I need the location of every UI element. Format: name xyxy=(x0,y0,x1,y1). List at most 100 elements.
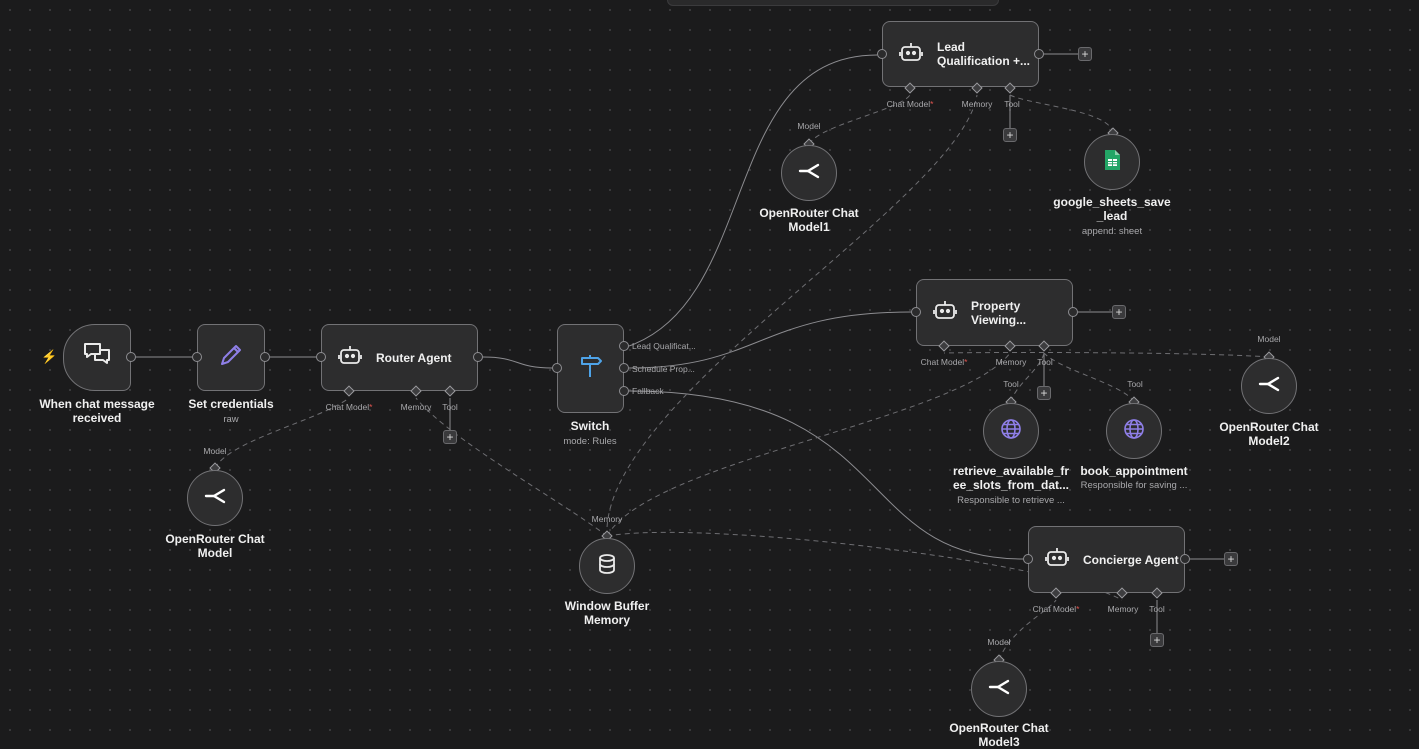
robot-icon xyxy=(1045,545,1069,574)
property-tool-label: Tool xyxy=(1037,357,1053,367)
openrouter3-port-label: Model xyxy=(987,637,1011,647)
wire-router-to-switch xyxy=(482,356,553,369)
openrouter-icon xyxy=(1258,373,1280,400)
router-tool-label: Tool xyxy=(442,402,458,412)
openrouter0-node[interactable] xyxy=(187,470,243,526)
openrouter2-node[interactable] xyxy=(1241,358,1297,414)
google-sheets-icon xyxy=(1103,149,1121,176)
openrouter-icon xyxy=(798,160,820,187)
trigger-node[interactable] xyxy=(63,324,131,391)
property-viewing-agent-node[interactable]: Property Viewing... xyxy=(916,279,1073,346)
wire-switch-schedule xyxy=(628,311,912,369)
router-agent-node[interactable]: Router Agent xyxy=(321,324,478,391)
set-credentials-node[interactable] xyxy=(197,324,265,391)
lead-agent-add-next-button[interactable]: + xyxy=(1078,47,1092,61)
dash-book-property xyxy=(1043,352,1135,403)
set-credentials-subtitle: raw xyxy=(223,414,239,425)
switch-output-lead-label: Lead Qualificat... xyxy=(632,341,696,351)
router-chat-model-label: Chat Model* xyxy=(325,402,373,412)
switch-node[interactable] xyxy=(557,324,624,413)
openrouter0-title: OpenRouter Chat Model xyxy=(165,532,265,560)
openrouter-icon xyxy=(204,485,226,512)
openrouter-icon xyxy=(988,676,1010,703)
switch-output-fallback-label: Fallback xyxy=(632,386,664,396)
switch-title: Switch xyxy=(570,419,610,433)
retrieve-tool-subtitle: Responsible to retrieve ... xyxy=(957,495,1065,506)
robot-icon xyxy=(933,298,957,327)
openrouter3-node[interactable] xyxy=(971,661,1027,717)
set-credentials-title: Set credentials xyxy=(188,397,274,411)
property-agent-output-port[interactable] xyxy=(1068,307,1078,317)
switch-subtitle: mode: Rules xyxy=(563,436,617,447)
concierge-agent-node[interactable]: Concierge Agent xyxy=(1028,526,1185,593)
robot-icon xyxy=(338,343,362,372)
canvas-toolbar xyxy=(667,0,999,6)
memory-title: Window Buffer Memory xyxy=(564,599,650,627)
openrouter1-port-label: Model xyxy=(797,121,821,131)
concierge-memory-label: Memory xyxy=(1107,604,1139,614)
set-credentials-input-port[interactable] xyxy=(192,352,202,362)
openrouter1-title: OpenRouter Chat Model1 xyxy=(759,206,859,234)
book-tool-subtitle: Responsible for saving ... xyxy=(1080,480,1188,491)
property-agent-add-next-button[interactable]: + xyxy=(1112,305,1126,319)
router-add-tool-button[interactable]: + xyxy=(443,430,457,444)
openrouter1-node[interactable] xyxy=(781,145,837,201)
trigger-output-port[interactable] xyxy=(126,352,136,362)
switch-output-schedule-port[interactable] xyxy=(619,363,629,373)
concierge-add-tool-button[interactable]: + xyxy=(1150,633,1164,647)
openrouter0-port-label: Model xyxy=(203,446,227,456)
chat-bubbles-icon xyxy=(82,340,112,375)
memory-port-label: Memory xyxy=(591,514,623,524)
switch-output-schedule-label: Schedule Prop... xyxy=(632,364,695,374)
router-agent-output-port[interactable] xyxy=(473,352,483,362)
dash-memory-property xyxy=(606,352,1011,537)
lead-tool-label: Tool xyxy=(1004,99,1020,109)
trigger-bolt-icon: ⚡ xyxy=(41,349,58,364)
property-chat-model-label: Chat Model* xyxy=(920,357,968,367)
lead-memory-label: Memory xyxy=(961,99,993,109)
concierge-agent-add-next-button[interactable]: + xyxy=(1224,552,1238,566)
concierge-tool-label: Tool xyxy=(1149,604,1165,614)
pencil-icon xyxy=(216,340,246,375)
switch-output-lead-port[interactable] xyxy=(619,341,629,351)
property-memory-label: Memory xyxy=(995,357,1027,367)
wire-switch-lead xyxy=(628,54,878,347)
window-buffer-memory-node[interactable] xyxy=(579,538,635,594)
google-sheets-title: google_sheets_save _lead xyxy=(1053,195,1171,223)
openrouter3-title: OpenRouter Chat Model3 xyxy=(949,721,1049,749)
lead-agent-title: Lead Qualification +... xyxy=(937,40,1031,68)
lead-qualification-agent-node[interactable]: Lead Qualification +... xyxy=(882,21,1039,87)
retrieve-tool-title: retrieve_available_fr ee_slots_from_dat..… xyxy=(952,464,1070,492)
google-sheets-node[interactable] xyxy=(1084,134,1140,190)
book-tool-port-label: Tool xyxy=(1127,379,1143,389)
retrieve-tool-port-label: Tool xyxy=(1003,379,1019,389)
concierge-agent-output-port[interactable] xyxy=(1180,554,1190,564)
database-icon xyxy=(596,553,618,580)
trigger-title: When chat message received xyxy=(39,397,155,425)
dash-sheets-lead xyxy=(1009,94,1114,134)
lead-agent-output-port[interactable] xyxy=(1034,49,1044,59)
set-credentials-output-port[interactable] xyxy=(260,352,270,362)
book-tool-title: book_appointment xyxy=(1080,464,1188,478)
router-agent-input-port[interactable] xyxy=(316,352,326,362)
concierge-chat-model-label: Chat Model* xyxy=(1032,604,1080,614)
switch-output-fallback-port[interactable] xyxy=(619,386,629,396)
openrouter2-title: OpenRouter Chat Model2 xyxy=(1219,420,1319,448)
concierge-agent-title: Concierge Agent xyxy=(1083,552,1179,567)
router-memory-label: Memory xyxy=(400,402,432,412)
property-add-tool-button[interactable]: + xyxy=(1037,386,1051,400)
lead-add-tool-button[interactable]: + xyxy=(1003,128,1017,142)
lead-chat-model-label: Chat Model* xyxy=(886,99,934,109)
switch-input-port[interactable] xyxy=(552,363,562,373)
signpost-icon xyxy=(577,352,605,385)
book-appointment-tool-node[interactable] xyxy=(1106,403,1162,459)
router-agent-title: Router Agent xyxy=(376,350,452,365)
globe-icon xyxy=(1123,418,1145,445)
concierge-agent-input-port[interactable] xyxy=(1023,554,1033,564)
property-agent-title: Property Viewing... xyxy=(971,298,1027,327)
property-agent-input-port[interactable] xyxy=(911,307,921,317)
google-sheets-subtitle: append: sheet xyxy=(1081,226,1143,237)
lead-agent-input-port[interactable] xyxy=(877,49,887,59)
retrieve-slots-tool-node[interactable] xyxy=(983,403,1039,459)
openrouter2-port-label: Model xyxy=(1257,334,1281,344)
